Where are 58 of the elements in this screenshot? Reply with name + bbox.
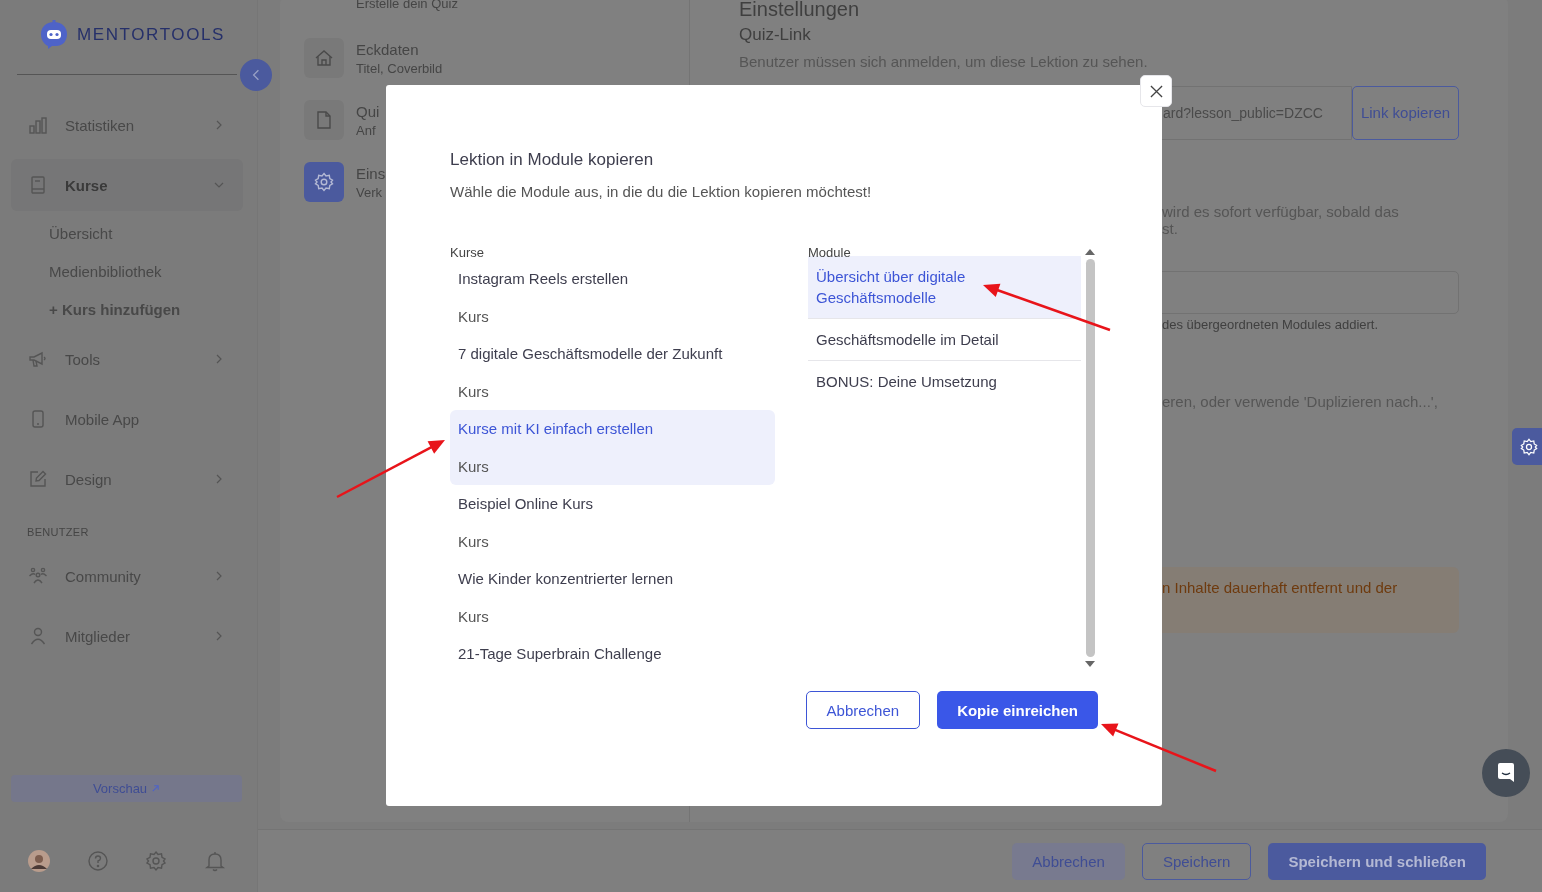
step-title: Eins bbox=[356, 164, 386, 182]
module-item[interactable]: Geschäftsmodelle im Detail bbox=[808, 319, 1081, 361]
footer-button[interactable]: Abbrechen bbox=[1012, 842, 1125, 880]
settings-icon bbox=[1520, 437, 1538, 456]
course-item[interactable]: Kurse mit KI einfach erstellen Kurs bbox=[450, 410, 775, 485]
book-icon bbox=[28, 175, 48, 195]
course-item[interactable]: Instagram Reels erstellen Kurs bbox=[450, 260, 775, 335]
section-heading: Einstellungen bbox=[739, 0, 861, 21]
step-icon-tile[interactable] bbox=[304, 162, 344, 202]
step-subtitle: Verk bbox=[356, 184, 383, 200]
step-subtitle: Titel, Coverbild bbox=[356, 60, 443, 76]
bell-icon[interactable] bbox=[203, 850, 226, 872]
home-icon bbox=[314, 48, 334, 68]
module-item[interactable]: BONUS: Deine Umsetzung bbox=[808, 361, 1081, 402]
helper-text: des übergeordneten Modules addiert. bbox=[1161, 317, 1380, 332]
footer-button[interactable]: Speichern und schließen bbox=[1268, 842, 1486, 880]
chart-icon bbox=[28, 115, 48, 135]
field-label: Quiz-Link bbox=[739, 25, 812, 45]
cancel-button[interactable]: Abbrechen bbox=[805, 691, 921, 729]
step-title: Qui bbox=[356, 102, 380, 120]
close-icon bbox=[1149, 84, 1163, 98]
person-icon bbox=[28, 626, 48, 646]
robot-logo-icon bbox=[38, 19, 70, 51]
dialog-subtitle: Wähle die Module aus, in die du die Lektion kopieren möchtest! bbox=[450, 183, 873, 200]
nav-item[interactable]: Kurse bbox=[11, 159, 243, 211]
copy-link-button[interactable]: Link kopieren bbox=[1352, 86, 1459, 140]
megaphone-icon bbox=[28, 349, 48, 369]
scroll-up-icon[interactable] bbox=[1084, 248, 1096, 256]
people-icon bbox=[28, 566, 48, 586]
column-label: Module bbox=[808, 245, 852, 259]
logo-text: MENTORTOOLS bbox=[77, 25, 225, 45]
step-icon-tile[interactable] bbox=[304, 100, 344, 140]
step-title: Eckdaten bbox=[356, 40, 420, 58]
course-item[interactable]: 7 digitale Geschäftsmodelle der Zukunft Kurs bbox=[450, 335, 775, 410]
step-icon-tile[interactable] bbox=[304, 38, 344, 78]
course-item[interactable]: Wie Kinder konzentrierter lernen Kurs bbox=[450, 560, 775, 635]
step-subtitle: Anf bbox=[356, 122, 377, 138]
course-item[interactable]: Beispiel Online Kurs Kurs bbox=[450, 485, 775, 560]
scrollbar-thumb[interactable] bbox=[1085, 259, 1095, 657]
settings-tab[interactable] bbox=[1512, 428, 1542, 465]
footer-button[interactable]: Speichern bbox=[1141, 842, 1252, 880]
avatar[interactable] bbox=[28, 850, 50, 872]
pencil-icon bbox=[28, 469, 48, 489]
dialog-title: Lektion in Module kopieren bbox=[450, 150, 655, 170]
gear-icon bbox=[314, 172, 334, 192]
column-label: Kurse bbox=[450, 245, 485, 259]
chat-button[interactable] bbox=[1482, 749, 1530, 797]
external-link-icon bbox=[151, 784, 161, 793]
module-item[interactable]: Übersicht über digitale Geschäftsmodelle bbox=[808, 256, 1081, 319]
file-icon bbox=[314, 110, 334, 130]
course-item[interactable]: 21-Tage Superbrain Challenge bbox=[450, 635, 775, 668]
submit-button[interactable]: Kopie einreichen bbox=[937, 691, 1098, 729]
warning-text: n Inhalte dauerhaft entfernt und der bbox=[1162, 579, 1398, 596]
help-icon[interactable] bbox=[86, 850, 109, 872]
settings-icon[interactable] bbox=[145, 850, 168, 872]
scroll-down-icon[interactable] bbox=[1084, 660, 1096, 668]
close-button[interactable] bbox=[1140, 75, 1172, 107]
chevron-left-icon bbox=[252, 69, 260, 81]
